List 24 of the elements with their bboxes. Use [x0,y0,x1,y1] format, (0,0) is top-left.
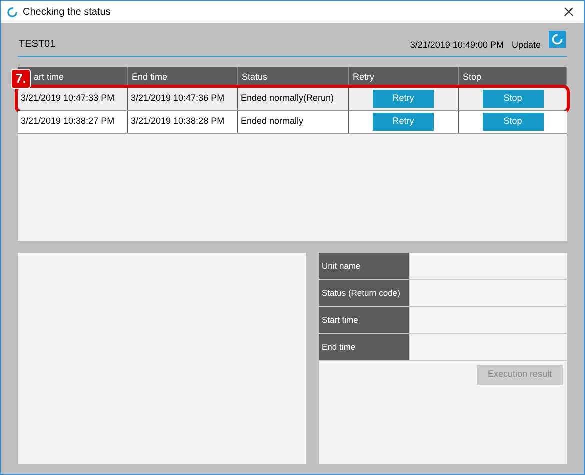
close-icon[interactable] [564,7,574,17]
table-cell-text: 3/21/2019 10:47:33 PM [21,92,115,106]
table-cell-text: 3/21/2019 10:38:28 PM [131,115,225,128]
field-label: Unit name [322,260,361,272]
retry-button[interactable]: Retry [373,90,434,108]
field-label: End time [322,340,356,354]
stop-button[interactable]: Stop [482,113,544,131]
job-name: TEST01 [18,38,56,52]
retry-button[interactable]: Retry [373,113,434,131]
callout-badge: 7. [11,69,31,89]
window-title: Checking the status [23,6,111,20]
update-button[interactable] [549,31,566,48]
table-cell-text: 3/21/2019 10:38:27 PM [21,115,115,128]
table-cell-text: Ended normally [241,115,304,128]
field-label: Start time [322,314,358,326]
table-cell-text: Ended normally(Rerun) [241,92,334,106]
field-label: Status (Return code) [322,286,400,300]
table-row[interactable]: 3/21/2019 10:47:33 PM 3/21/2019 10:47:36 PM Ended normally(Rerun) Retry Stop [18,88,567,111]
update-timestamp: 3/21/2019 10:49:00 PM [410,38,504,52]
update-label: Update [512,38,541,52]
table-row[interactable]: 3/21/2019 10:38:27 PM 3/21/2019 10:38:28 PM Ended normally Retry Stop [18,111,567,134]
refresh-icon [7,6,18,18]
stop-button[interactable]: Stop [482,90,544,108]
table-cell-text: 3/21/2019 10:47:36 PM [131,92,225,106]
